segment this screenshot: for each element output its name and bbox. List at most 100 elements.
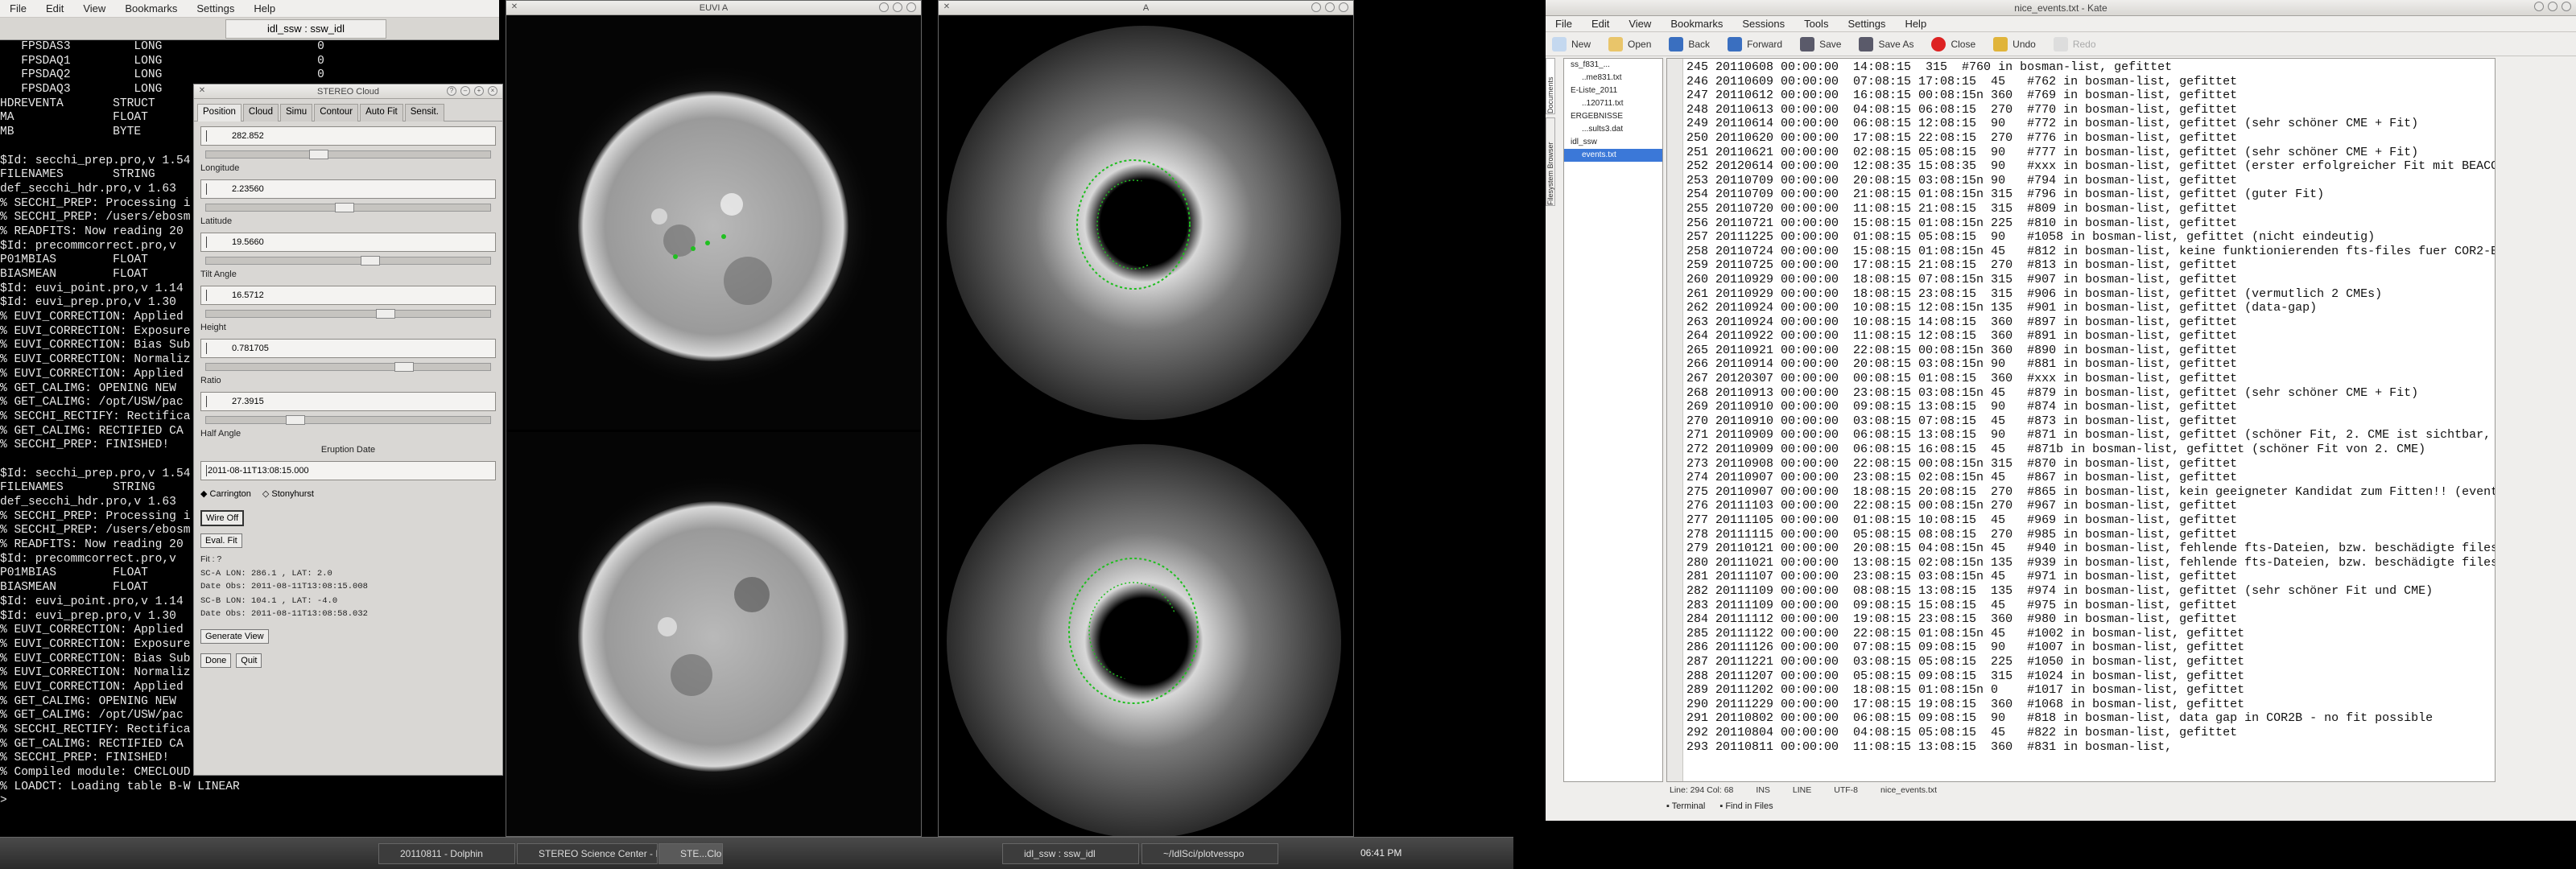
tab-sensit[interactable]: Sensit.	[404, 104, 444, 121]
file-tree-item[interactable]: E-Liste_2011	[1564, 84, 1662, 97]
slider-thumb[interactable]	[394, 362, 414, 372]
kate-menu-help[interactable]: Help	[1895, 18, 1936, 30]
slider-track[interactable]	[205, 362, 491, 372]
ins-mode[interactable]: INS	[1756, 785, 1770, 800]
kate-menu-edit[interactable]: Edit	[1582, 18, 1619, 30]
filesystem-tab[interactable]: Filesystem Browser	[1546, 117, 1555, 206]
redo-button[interactable]: Redo	[2053, 36, 2096, 51]
help-icon[interactable]: ?	[447, 86, 456, 96]
menu-bookmarks[interactable]: Bookmarks	[115, 2, 187, 14]
maximize-icon[interactable]	[1325, 2, 1335, 12]
menu-view[interactable]: View	[73, 2, 115, 14]
task-stereo-science[interactable]: STEREO Science Center - Index	[517, 843, 658, 864]
editor-text[interactable]: 245 20110608 00:00:00 14:08:15 315 #760 …	[1686, 60, 2495, 754]
file-tree-item[interactable]: events.txt	[1564, 149, 1662, 162]
find-in-files-tab[interactable]: ▪ Find in Files	[1719, 801, 1773, 818]
task-stereo-cloud[interactable]: STE...Cloud	[658, 843, 723, 864]
minimize-icon[interactable]	[1311, 2, 1321, 12]
encoding[interactable]: UTF-8	[1834, 785, 1858, 800]
slider-track[interactable]	[205, 203, 491, 212]
tab-cloud[interactable]: Cloud	[242, 104, 279, 121]
minimize-icon[interactable]	[2534, 2, 2544, 11]
slider-thumb[interactable]	[361, 256, 380, 266]
kate-menu-view[interactable]: View	[1619, 18, 1661, 30]
close-icon[interactable]	[1339, 2, 1348, 12]
terminal-tool-tab[interactable]: ▪ Terminal	[1666, 801, 1705, 818]
undo-button[interactable]: Undo	[1993, 36, 2036, 51]
slider-thumb[interactable]	[309, 150, 328, 159]
kate-menu-file[interactable]: File	[1546, 18, 1582, 30]
close-icon[interactable]	[906, 2, 916, 12]
kate-menu-tools[interactable]: Tools	[1794, 18, 1838, 30]
task-idl-terminal[interactable]: idl_ssw : ssw_idl	[1002, 843, 1139, 864]
minimize-icon[interactable]	[879, 2, 889, 12]
close-button[interactable]: Close	[1931, 36, 1975, 51]
slider-value-field[interactable]: 16.5712	[200, 286, 496, 305]
slider-track[interactable]	[205, 150, 491, 159]
editor[interactable]: 245 20110608 00:00:00 14:08:15 315 #760 …	[1666, 58, 2496, 782]
slider-track[interactable]	[205, 415, 491, 425]
tab-simu[interactable]: Simu	[279, 104, 313, 121]
close-icon[interactable]	[2562, 2, 2571, 11]
save-button[interactable]: Save	[1800, 36, 1841, 51]
open-button[interactable]: Open	[1608, 36, 1651, 51]
kate-menu-bookmarks[interactable]: Bookmarks	[1661, 18, 1732, 30]
euvi-window-titlebar[interactable]: ✕ EUVI A	[506, 1, 921, 15]
wire-off-button[interactable]: Wire Off	[200, 510, 245, 526]
kate-menu-sessions[interactable]: Sessions	[1732, 18, 1794, 30]
forward-button[interactable]: Forward	[1728, 36, 1782, 51]
window-menu-icon[interactable]: ✕	[942, 2, 952, 12]
new-button[interactable]: New	[1552, 36, 1591, 51]
slider-track[interactable]	[205, 256, 491, 266]
window-menu-icon[interactable]: ✕	[197, 86, 207, 96]
maximize-icon[interactable]	[2548, 2, 2557, 11]
tab-position[interactable]: Position	[197, 104, 242, 121]
maximize-icon[interactable]	[893, 2, 902, 12]
tab-auto-fit[interactable]: Auto Fit	[360, 104, 403, 121]
back-button[interactable]: Back	[1669, 36, 1710, 51]
menu-file[interactable]: File	[0, 2, 36, 14]
file-tree-item[interactable]: ...sults3.dat	[1564, 123, 1662, 136]
documents-tab[interactable]: Documents	[1546, 58, 1555, 114]
cor-window-titlebar[interactable]: ✕ A	[939, 1, 1353, 15]
kate-menu-settings[interactable]: Settings	[1838, 18, 1895, 30]
generate-view-button[interactable]: Generate View	[200, 629, 269, 644]
task-dolphin[interactable]: 20110811 - Dolphin	[378, 843, 515, 864]
euvi-images[interactable]	[506, 15, 921, 836]
slider-value-field[interactable]: 2.23560	[200, 179, 496, 199]
slider-value-field[interactable]: 19.5660	[200, 233, 496, 252]
menu-edit[interactable]: Edit	[36, 2, 73, 14]
quit-button[interactable]: Quit	[236, 653, 262, 668]
save-as-button[interactable]: Save As	[1859, 36, 1913, 51]
minimize-icon[interactable]: –	[460, 86, 470, 96]
coronagraph-images[interactable]	[939, 15, 1353, 836]
kate-titlebar[interactable]: nice_events.txt - Kate	[1546, 0, 2576, 16]
slider-value-field[interactable]: 27.3915	[200, 392, 496, 411]
eval-fit-button[interactable]: Eval. Fit	[200, 533, 242, 548]
maximize-icon[interactable]: +	[474, 86, 484, 96]
slider-value-field[interactable]: 282.852	[200, 126, 496, 146]
slider-thumb[interactable]	[286, 415, 306, 425]
tab-contour[interactable]: Contour	[314, 104, 359, 121]
task-plot[interactable]: ~/IdlSci/plotvesspo	[1141, 843, 1278, 864]
file-tree-item[interactable]: idl_ssw	[1564, 136, 1662, 149]
file-tree-item[interactable]: ..120711.txt	[1564, 97, 1662, 110]
window-menu-icon[interactable]: ✕	[510, 2, 519, 12]
menu-settings[interactable]: Settings	[187, 2, 244, 14]
stereo-window-titlebar[interactable]: ✕ STEREO Cloud ? – + ×	[194, 84, 502, 99]
menu-help[interactable]: Help	[244, 2, 285, 14]
file-tree-item[interactable]: ss_f831_...	[1564, 59, 1662, 72]
eruption-date-field[interactable]: 2011-08-11T13:08:15.000	[200, 461, 496, 480]
file-tree-item[interactable]: ERGEBNISSE	[1564, 110, 1662, 123]
carrington-radio[interactable]: ◆ Carrington	[200, 488, 251, 499]
done-button[interactable]: Done	[200, 653, 232, 668]
stonyhurst-radio[interactable]: ◇ Stonyhurst	[262, 488, 314, 499]
terminal-tab[interactable]: idl_ssw : ssw_idl	[225, 19, 386, 39]
slider-thumb[interactable]	[376, 309, 396, 319]
slider-value-field[interactable]: 0.781705	[200, 339, 496, 358]
slider-thumb[interactable]	[335, 203, 354, 212]
line-mode[interactable]: LINE	[1793, 785, 1811, 800]
file-tree-item[interactable]: ..me831.txt	[1564, 72, 1662, 84]
close-icon[interactable]: ×	[488, 86, 497, 96]
slider-track[interactable]	[205, 309, 491, 319]
